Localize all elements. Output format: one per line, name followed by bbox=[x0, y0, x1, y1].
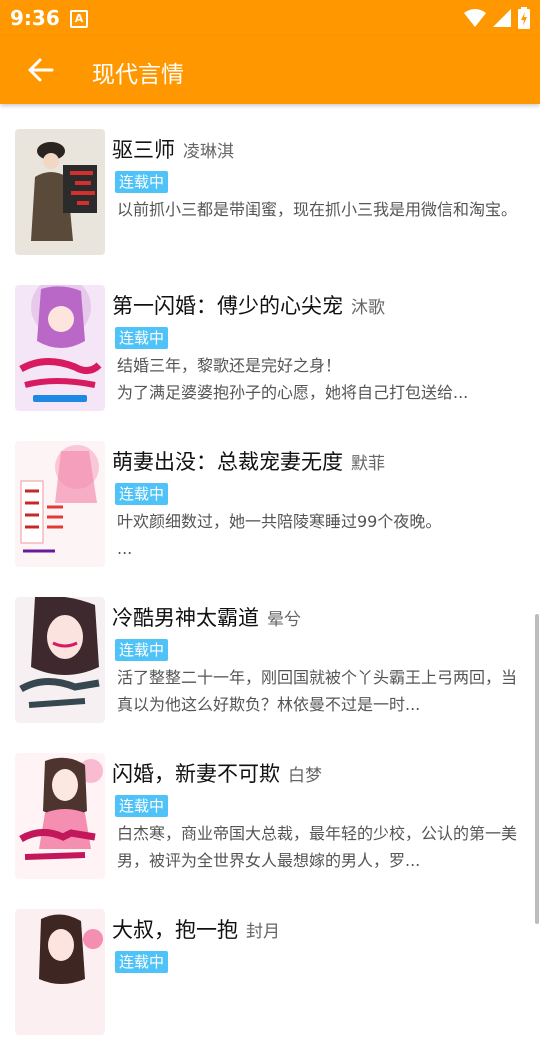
book-item[interactable]: 驱三师 凌琳淇 连载中 以前抓小三都是带闺蜜，现在抓小三我是用微信和淘宝。 bbox=[0, 104, 540, 260]
book-author: 默菲 bbox=[351, 454, 385, 474]
book-description: 白杰寒，商业帝国大总裁，最年轻的少校，公认的第一美男，被评为全世界女人最想嫁的男… bbox=[117, 824, 517, 870]
book-cover[interactable] bbox=[15, 129, 105, 255]
book-author: 白梦 bbox=[288, 766, 322, 786]
book-author: 凌琳淇 bbox=[183, 142, 234, 162]
book-description: 以前抓小三都是带闺蜜，现在抓小三我是用微信和淘宝。 bbox=[117, 200, 517, 219]
status-badge: 连载中 bbox=[115, 951, 169, 973]
status-bar: 9:36 A bbox=[0, 0, 540, 36]
book-cover[interactable] bbox=[15, 285, 105, 411]
status-icons bbox=[464, 7, 530, 29]
book-title-row: 冷酷男神太霸道 晕兮 bbox=[112, 602, 301, 632]
back-arrow-icon bbox=[28, 58, 54, 82]
book-author: 沐歌 bbox=[351, 298, 385, 318]
scrollbar[interactable] bbox=[535, 614, 539, 924]
status-badge: 连载中 bbox=[115, 639, 169, 661]
book-cover[interactable] bbox=[15, 441, 105, 567]
page-title: 现代言情 bbox=[92, 62, 184, 88]
book-cover[interactable] bbox=[15, 753, 105, 879]
battery-icon bbox=[518, 7, 530, 29]
book-title-row: 第一闪婚：傅少的心尖宠 沐歌 bbox=[112, 290, 385, 320]
book-title: 冷酷男神太霸道 bbox=[112, 606, 259, 630]
book-title: 大叔，抱一抱 bbox=[112, 918, 238, 942]
book-title-row: 驱三师 凌琳淇 bbox=[112, 134, 234, 164]
back-button[interactable] bbox=[22, 54, 62, 86]
wifi-icon bbox=[464, 9, 486, 27]
book-author: 晕兮 bbox=[267, 610, 301, 630]
status-badge: 连载中 bbox=[115, 327, 169, 349]
book-description: 活了整整二十一年，刚回国就被个丫头霸王上弓两回，当真以为他这么好欺负？林依曼不过… bbox=[117, 668, 517, 714]
book-author: 封月 bbox=[246, 922, 280, 942]
app-bar: 现代言情 bbox=[0, 36, 540, 104]
book-title: 驱三师 bbox=[112, 138, 175, 162]
book-description: 结婚三年，黎歌还是完好之身！ 为了满足婆婆抱孙子的心愿，她将自己打包送给... bbox=[117, 356, 469, 402]
book-item[interactable]: 萌妻出没：总裁宠妻无度 默菲 连载中 叶欢颜细数过，她一共陪陵寒睡过99个夜晚。 … bbox=[0, 416, 540, 572]
status-badge: 连载中 bbox=[115, 795, 169, 817]
book-title: 萌妻出没：总裁宠妻无度 bbox=[112, 450, 343, 474]
status-time: 9:36 bbox=[10, 6, 60, 30]
book-title: 第一闪婚：傅少的心尖宠 bbox=[112, 294, 343, 318]
book-cover[interactable] bbox=[15, 597, 105, 723]
book-item[interactable]: 第一闪婚：傅少的心尖宠 沐歌 连载中 结婚三年，黎歌还是完好之身！ 为了满足婆婆抱… bbox=[0, 260, 540, 416]
notification-icon: A bbox=[70, 10, 88, 28]
status-badge: 连载中 bbox=[115, 171, 169, 193]
signal-icon bbox=[493, 9, 511, 27]
book-item[interactable]: 闪婚，新妻不可欺 白梦 连载中 白杰寒，商业帝国大总裁，最年轻的少校，公认的第一美… bbox=[0, 728, 540, 884]
book-item[interactable]: 大叔，抱一抱 封月 连载中 bbox=[0, 884, 540, 1040]
book-title-row: 萌妻出没：总裁宠妻无度 默菲 bbox=[112, 446, 385, 476]
book-description: 叶欢颜细数过，她一共陪陵寒睡过99个夜晚。 ... bbox=[117, 512, 442, 558]
book-item[interactable]: 冷酷男神太霸道 晕兮 连载中 活了整整二十一年，刚回国就被个丫头霸王上弓两回，当真… bbox=[0, 572, 540, 728]
status-badge: 连载中 bbox=[115, 483, 169, 505]
book-title-row: 大叔，抱一抱 封月 bbox=[112, 914, 280, 944]
book-title-row: 闪婚，新妻不可欺 白梦 bbox=[112, 758, 322, 788]
book-title: 闪婚，新妻不可欺 bbox=[112, 762, 280, 786]
book-cover[interactable] bbox=[15, 909, 105, 1035]
book-description bbox=[117, 976, 517, 1030]
